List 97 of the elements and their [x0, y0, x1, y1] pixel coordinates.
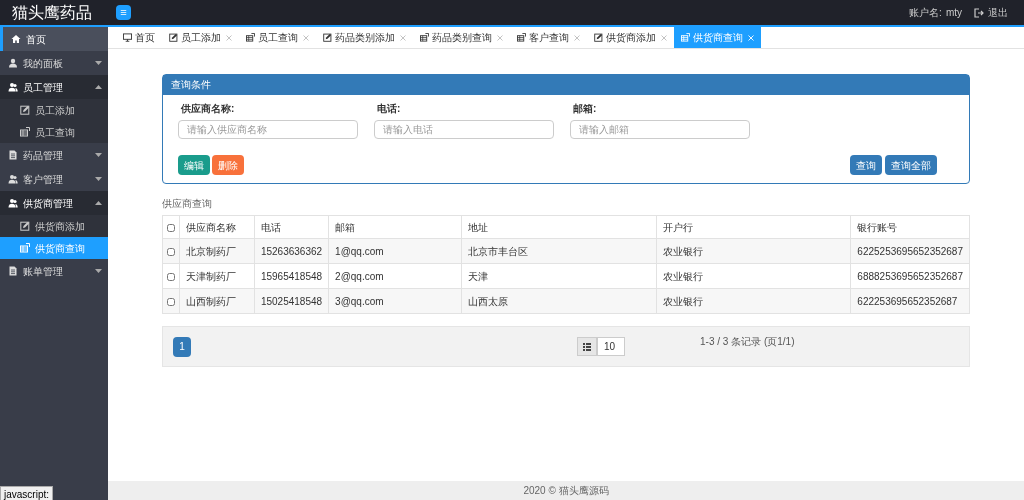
table-icon — [20, 127, 30, 137]
edit-icon — [323, 33, 332, 42]
column-header: 地址 — [461, 215, 657, 239]
users-icon — [8, 174, 18, 184]
sidebar-item[interactable]: 客户管理 — [0, 167, 108, 191]
sidebar-item[interactable]: 药品管理 — [0, 143, 108, 167]
brand-title: 猫头鹰药品 — [11, 2, 93, 23]
page-button[interactable]: 1 — [173, 336, 191, 357]
table-caption: 供应商查询 — [162, 197, 213, 211]
table-cell: 北京市丰台区 — [461, 238, 657, 264]
action-button[interactable]: 查询 — [850, 155, 882, 175]
table-cell: 天津 — [461, 263, 657, 289]
users-icon — [8, 198, 18, 208]
table-cell: 农业银行 — [656, 238, 851, 264]
row-checkbox[interactable] — [167, 272, 175, 281]
tab[interactable]: 供货商添加 — [587, 27, 674, 48]
list-icon[interactable] — [577, 337, 597, 356]
table-cell: 3@qq.com — [328, 288, 462, 314]
select-all-checkbox[interactable] — [167, 223, 175, 232]
table-cell: 北京制药厂 — [179, 238, 255, 264]
caret-down-icon — [95, 177, 102, 181]
field-label: 电话: — [376, 102, 402, 116]
action-button[interactable]: 查询全部 — [885, 155, 937, 175]
caret-up-icon — [95, 85, 102, 89]
table-icon — [517, 33, 526, 42]
tab[interactable]: 药品类别查询 — [413, 27, 510, 48]
table-icon — [420, 33, 429, 42]
tab[interactable]: 客户查询 — [510, 27, 587, 48]
sidebar-item[interactable]: 账单管理 — [0, 259, 108, 283]
document-icon — [8, 266, 18, 276]
tab[interactable]: 首页 — [116, 27, 162, 48]
input-field[interactable]: 请输入邮箱 — [570, 120, 750, 139]
edit-icon — [20, 105, 30, 115]
input-field[interactable]: 请输入电话 — [374, 120, 554, 139]
tab[interactable]: 员工查询 — [239, 27, 316, 48]
table-cell: 天津制药厂 — [179, 263, 255, 289]
field-label: 供应商名称: — [180, 102, 236, 116]
footer: 2020 © 猫头鹰源码 — [108, 481, 1024, 500]
panel-title: 查询条件 — [163, 75, 969, 95]
monitor-icon — [123, 33, 132, 42]
table-cell: 农业银行 — [656, 263, 851, 289]
table-icon — [20, 243, 30, 253]
table-icon — [246, 33, 255, 42]
document-icon — [8, 150, 18, 160]
table-cell: 山西制药厂 — [179, 288, 255, 314]
caret-down-icon — [95, 153, 102, 157]
close-icon[interactable] — [400, 34, 406, 41]
tab[interactable]: 员工添加 — [162, 27, 239, 48]
column-header: 邮箱 — [328, 215, 462, 239]
account-name: mty — [945, 6, 962, 20]
tab[interactable]: 药品类别添加 — [316, 27, 413, 48]
close-icon[interactable] — [303, 34, 309, 41]
users-icon — [8, 82, 18, 92]
sidebar-item[interactable]: 首页 — [0, 27, 108, 51]
edit-icon — [20, 221, 30, 231]
close-icon[interactable] — [497, 34, 503, 41]
sidebar-item[interactable]: 员工管理 — [0, 75, 108, 99]
row-checkbox[interactable] — [167, 297, 175, 306]
table-cell: 山西太原 — [461, 288, 657, 314]
home-icon — [11, 34, 21, 44]
row-checkbox[interactable] — [167, 247, 175, 256]
table-cell: 6888253695652352687 — [850, 263, 970, 289]
logout-icon[interactable] — [974, 7, 984, 18]
edit-icon — [169, 33, 178, 42]
caret-down-icon — [95, 269, 102, 273]
table-cell: 2@qq.com — [328, 263, 462, 289]
column-header: 银行账号 — [850, 215, 970, 239]
status-tooltip: javascript: — [0, 486, 53, 500]
table-cell: 622253695652352687 — [850, 288, 970, 314]
logout-link[interactable]: 退出 — [988, 5, 1008, 20]
sidebar-subitem[interactable]: 员工添加 — [0, 99, 108, 121]
sidebar-subitem[interactable]: 员工查询 — [0, 121, 108, 143]
close-icon[interactable] — [574, 34, 580, 41]
account-label: 账户名: — [909, 6, 942, 20]
user-icon — [8, 58, 18, 68]
input-field[interactable]: 请输入供应商名称 — [178, 120, 358, 139]
column-header: 供应商名称 — [179, 215, 255, 239]
record-summary: 1-3 / 3 条记录 (页1/1) — [700, 335, 795, 349]
table-icon — [681, 33, 690, 42]
table-cell: 1@qq.com — [328, 238, 462, 264]
table-cell: 农业银行 — [656, 288, 851, 314]
table-cell: 15263636362 — [254, 238, 329, 264]
table-cell: 15025418548 — [254, 288, 329, 314]
caret-up-icon — [95, 201, 102, 205]
column-header: 电话 — [254, 215, 329, 239]
close-icon[interactable] — [226, 34, 232, 41]
sidebar-item[interactable]: 供货商管理 — [0, 191, 108, 215]
field-label: 邮箱: — [572, 102, 598, 116]
close-icon[interactable] — [661, 34, 667, 41]
table-cell: 6225253695652352687 — [850, 238, 970, 264]
table-cell: 15965418548 — [254, 263, 329, 289]
sidebar-item[interactable]: 我的面板 — [0, 51, 108, 75]
sidebar-subitem[interactable]: 供货商添加 — [0, 215, 108, 237]
page-size-field[interactable]: 10 — [597, 337, 625, 356]
edit-icon — [594, 33, 603, 42]
column-header: 开户行 — [656, 215, 851, 239]
caret-down-icon — [95, 61, 102, 65]
